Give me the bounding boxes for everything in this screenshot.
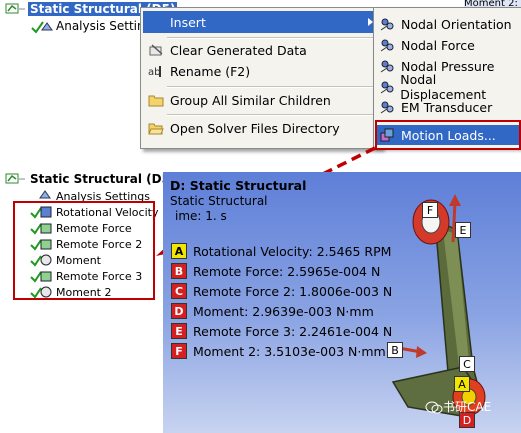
legend-text: Moment: 2.9639e-003 N·mm — [193, 303, 374, 319]
motion-loads-highlight-box — [375, 120, 521, 150]
watermark-text: 书研CAE — [443, 400, 492, 414]
viewport-subtitle: Static Structural — [170, 194, 268, 208]
menu-item-clear-generated-data[interactable]: Clear Generated Data — [143, 39, 379, 61]
nodal-force-icon — [380, 39, 394, 52]
nodal-orientation-icon — [380, 18, 394, 31]
legend-tag-a: A — [171, 243, 187, 259]
legend-tag-b: B — [171, 263, 187, 279]
legend-tag-c: C — [171, 283, 187, 299]
tree-items-highlight-box — [13, 201, 155, 300]
model-tag-e: E — [455, 222, 471, 238]
menu-separator — [167, 114, 377, 116]
submenu-item-label: EM Transducer — [401, 99, 493, 115]
top-tree: Static Structural (D5) Analysis Settings — [0, 0, 178, 40]
legend-row-d: D Moment: 2.9639e-003 N·mm — [171, 302, 374, 320]
legend-tag-e: E — [171, 323, 187, 339]
legend-text: Moment 2: 3.5103e-003 N·mm — [193, 343, 386, 359]
submenu-item-label: Nodal Force — [401, 37, 475, 53]
graphics-viewport[interactable]: D: Static Structural Static Structural i… — [163, 172, 521, 433]
model-tag-a: A — [454, 376, 470, 392]
legend-text: Rotational Velocity: 2.5465 RPM — [193, 243, 392, 259]
menu-item-open-solver-files-directory[interactable]: Open Solver Files Directory — [143, 117, 379, 139]
legend-row-a: A Rotational Velocity: 2.5465 RPM — [171, 242, 391, 260]
em-transducer-icon — [380, 101, 394, 114]
submenu-item-nodal-force[interactable]: Nodal Force — [376, 35, 520, 55]
analysis-settings-icon — [31, 21, 53, 34]
menu-item-label: Insert — [170, 14, 206, 30]
nodal-displacement-icon — [380, 81, 394, 94]
legend-text: Remote Force: 2.5965e-004 N — [193, 263, 381, 279]
submenu-item-nodal-displacement[interactable]: Nodal Displacement — [376, 72, 520, 102]
submenu-item-label: Nodal Orientation — [401, 16, 512, 32]
viewport-time: ime: 1. s — [175, 209, 227, 223]
legend-text: Remote Force 3: 2.2461e-004 N — [193, 323, 393, 339]
tree-root-label: Static Structural (D5) — [30, 172, 176, 186]
menu-separator — [167, 86, 377, 88]
open-folder-icon — [148, 120, 164, 136]
legend-row-b: B Remote Force: 2.5965e-004 N — [171, 262, 380, 280]
model-geometry — [391, 194, 486, 418]
menu-item-label: Clear Generated Data — [170, 42, 307, 58]
legend-row-c: C Remote Force 2: 1.8006e-003 N — [171, 282, 392, 300]
clear-data-icon — [148, 42, 164, 58]
legend-text: Remote Force 2: 1.8006e-003 N — [193, 283, 393, 299]
menu-item-group-all-similar-children[interactable]: Group All Similar Children — [143, 89, 379, 111]
model-tag-c: C — [459, 356, 475, 372]
context-menu: Insert Clear Generated Data ab Rename (F… — [140, 7, 382, 149]
menu-item-label: Open Solver Files Directory — [170, 120, 340, 136]
folder-icon — [148, 92, 164, 108]
tree-root-static-structural[interactable]: Static Structural (D5) — [4, 172, 177, 186]
model-tag-f: F — [422, 202, 438, 218]
legend-tag-d: D — [171, 303, 187, 319]
chat-bubble-icon — [425, 401, 443, 413]
menu-item-label: Group All Similar Children — [170, 92, 331, 108]
insert-spacer — [148, 14, 164, 30]
menu-item-rename[interactable]: ab Rename (F2) — [143, 60, 379, 82]
legend-tag-f: F — [171, 343, 187, 359]
static-structural-icon — [5, 3, 25, 14]
nodal-pressure-icon — [380, 60, 394, 73]
legend-row-f: F Moment 2: 3.5103e-003 N·mm — [171, 342, 386, 360]
menu-item-insert[interactable]: Insert — [143, 11, 379, 33]
viewport-title: D: Static Structural — [170, 178, 307, 193]
model-tag-b: B — [387, 342, 403, 358]
menu-item-label: Rename (F2) — [170, 63, 251, 79]
static-structural-icon — [5, 173, 25, 184]
legend-row-e: E Remote Force 3: 2.2461e-004 N — [171, 322, 392, 340]
submenu-item-em-transducer[interactable]: EM Transducer — [376, 97, 520, 117]
watermark: 书研CAE — [425, 398, 491, 415]
svg-text:ab: ab — [148, 67, 160, 78]
submenu-item-nodal-orientation[interactable]: Nodal Orientation — [376, 14, 520, 34]
rename-icon: ab — [148, 63, 164, 79]
